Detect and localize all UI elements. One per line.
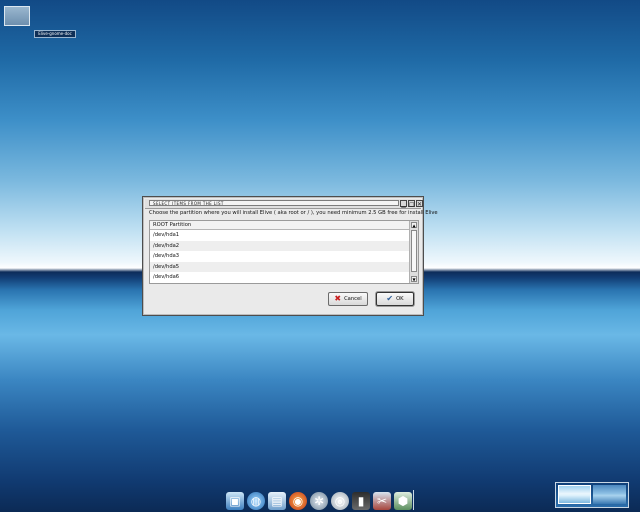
ok-icon: ✔ [386,294,394,303]
desktop-shortcut-label[interactable]: Elive-gnome-doc [34,30,76,38]
list-column-header[interactable]: ROOT Partition [150,221,409,230]
ok-label: OK [396,296,404,302]
list-item[interactable]: /dev/hda1 [150,230,409,241]
list-item[interactable]: /dev/hda5 [150,261,409,272]
package-icon[interactable]: ⬢ [394,492,412,510]
ok-button[interactable]: ✔ OK [376,292,414,306]
desktop-shortcut-icon[interactable] [4,6,30,26]
monitor-icon[interactable]: ▣ [226,492,244,510]
settings-icon[interactable]: ✲ [310,492,328,510]
scroll-up-icon[interactable]: ▲ [411,222,417,228]
pager-desktop-2[interactable] [593,485,626,504]
files-icon[interactable]: ▤ [268,492,286,510]
dialog-titlebar[interactable]: SELECT ITEMS FROM THE LIST ▁ ▢ ✕ [145,199,423,209]
scroll-down-icon[interactable]: ▼ [411,276,417,282]
list-item[interactable]: /dev/hda6 [150,272,409,283]
desktop-pager[interactable] [555,482,629,508]
dialog-title: SELECT ITEMS FROM THE LIST [149,200,399,206]
close-button[interactable]: ✕ [416,200,423,208]
terminal-icon[interactable]: ▮ [352,492,370,510]
list-scrollbar[interactable]: ▲ ▼ [409,221,418,283]
tools-icon[interactable]: ✂ [373,492,391,510]
cancel-button[interactable]: ✖ Cancel [328,292,368,306]
pager-desktop-1[interactable] [558,485,591,504]
globe-icon[interactable]: ◍ [247,492,265,510]
select-items-dialog: SELECT ITEMS FROM THE LIST ▁ ▢ ✕ Choose … [142,196,438,316]
firefox-icon[interactable]: ◉ [289,492,307,510]
list-item[interactable]: /dev/hda3 [150,251,409,262]
list-item[interactable]: /dev/hda2 [150,240,409,251]
cancel-label: Cancel [344,296,362,302]
scroll-thumb[interactable] [411,230,417,272]
dock: ▣ ◍ ▤ ◉ ✲ ◎ ▮ ✂ ⬢ [226,488,416,510]
dock-separator [413,490,414,510]
minimize-button[interactable]: ▁ [400,200,407,208]
media-icon[interactable]: ◎ [331,492,349,510]
cancel-icon: ✖ [334,294,342,303]
partition-list[interactable]: ROOT Partition /dev/hda1 /dev/hda2 /dev/… [149,220,419,284]
instruction-text: Choose the partition where you will inst… [149,210,438,216]
maximize-button[interactable]: ▢ [408,200,415,208]
